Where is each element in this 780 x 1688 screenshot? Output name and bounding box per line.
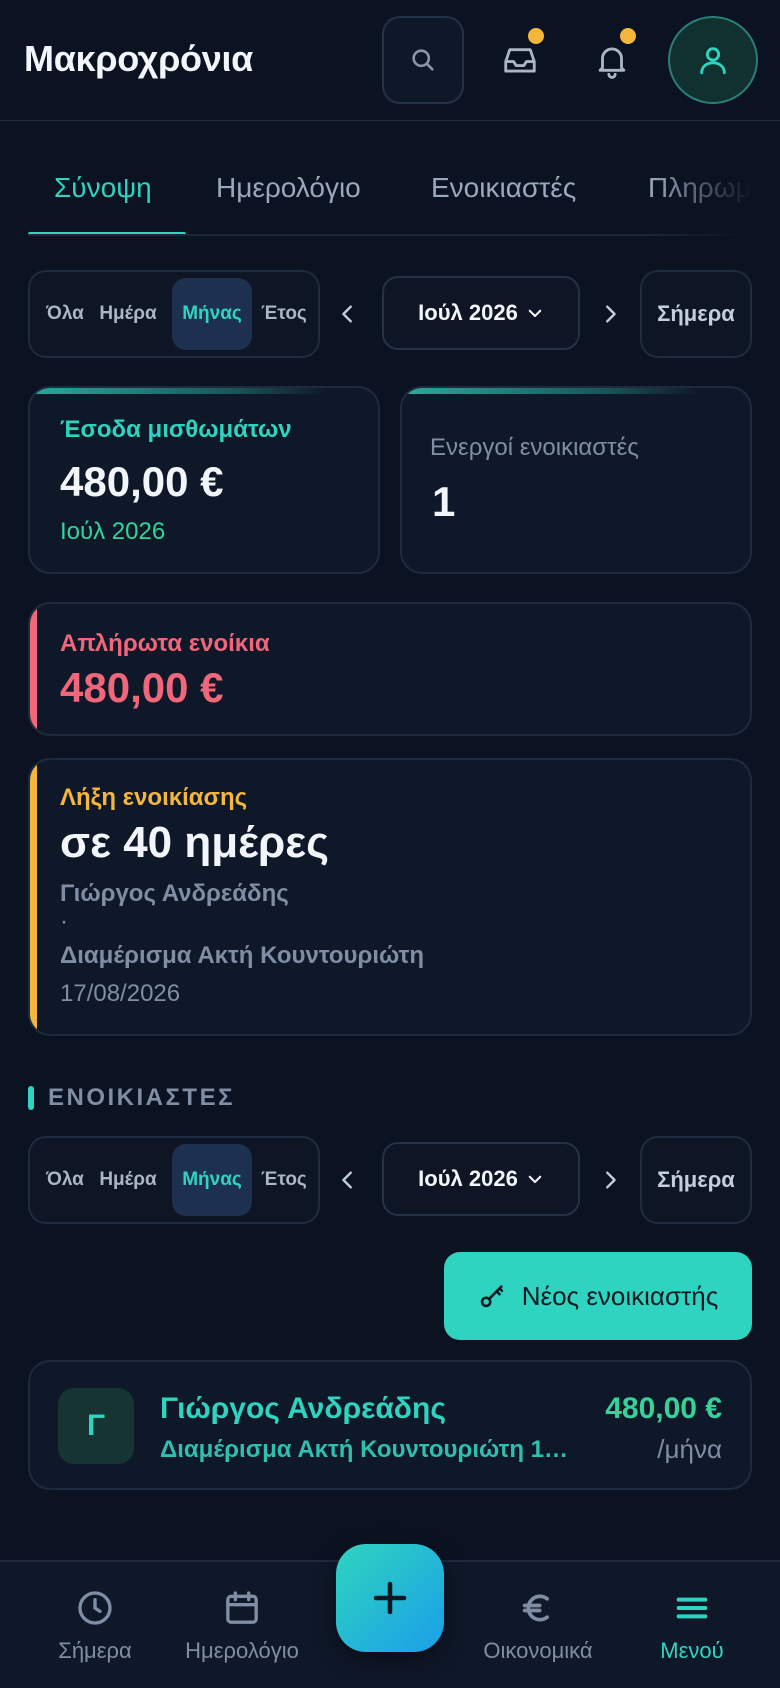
period-label: Ιούλ 2026 — [418, 300, 518, 325]
chevron-right-icon — [606, 1171, 616, 1189]
rent-income-value: 480,00 € — [60, 458, 224, 505]
inbox-notification-dot — [528, 28, 544, 44]
segment-day[interactable]: Ημέρα — [94, 278, 162, 350]
rent-income-period: Ιούλ 2026 — [60, 518, 166, 545]
tenant-name: Γιώργος Ανδρεάδης — [160, 1392, 446, 1425]
euro-icon — [522, 1594, 549, 1622]
nav-today[interactable]: Σήμερα — [30, 1562, 160, 1688]
nav-today-label: Σήμερα — [58, 1638, 132, 1663]
previous-period-button[interactable] — [328, 1154, 368, 1206]
nav-finances-label: Οικονομικά — [483, 1638, 593, 1663]
period-label: Ιούλ 2026 — [418, 1166, 518, 1191]
nav-menu[interactable]: Μενού — [636, 1562, 748, 1688]
warning-accent-bar — [30, 760, 37, 1034]
unpaid-rent-card: Απλήρωτα ενοίκια 480,00 € — [28, 602, 752, 736]
segment-year[interactable]: Έτος — [252, 278, 316, 350]
tenants-section-title: ΕΝΟΙΚΙΑΣΤΕΣ — [28, 1084, 235, 1112]
clock-icon — [78, 1591, 112, 1625]
nav-menu-label: Μενού — [660, 1638, 724, 1663]
nav-calendar-label: Ημερολόγιο — [185, 1638, 299, 1663]
chevron-down-icon — [528, 1175, 542, 1184]
inbox-button[interactable] — [498, 20, 544, 100]
tab-tenants[interactable]: Ενοικιαστές — [431, 172, 576, 204]
chevron-right-icon — [606, 305, 616, 323]
tenant-rent-period: /μήνα — [657, 1434, 722, 1464]
tenant-avatar: Γ — [58, 1388, 134, 1464]
profile-button[interactable] — [668, 16, 758, 104]
period-filter: Όλα Ημέρα Μήνας Έτος Ιούλ 2026 Σήμερα — [28, 270, 752, 358]
segment-all[interactable]: Όλα — [36, 278, 94, 350]
lease-expiry-property: Διαμέρισμα Ακτή Κουντουριώτη — [60, 942, 425, 969]
key-icon — [480, 1285, 503, 1308]
lease-expiry-date: 17/08/2026 — [60, 980, 181, 1007]
chevron-left-icon — [342, 305, 352, 323]
tab-payments[interactable]: Πληρωμές — [648, 172, 752, 204]
today-button[interactable]: Σήμερα — [640, 1136, 752, 1224]
search-button[interactable] — [382, 16, 464, 104]
segment-month[interactable]: Μήνας — [172, 278, 252, 350]
next-period-button[interactable] — [590, 288, 630, 340]
bell-notification-dot — [620, 28, 636, 44]
unpaid-rent-label: Απλήρωτα ενοίκια — [60, 630, 270, 657]
plus-icon — [373, 1581, 407, 1615]
rent-income-label: Έσοδα μισθωμάτων — [60, 416, 292, 443]
calendar-icon — [226, 1591, 258, 1624]
lease-expiry-card[interactable]: Λήξη ενοικίασης σε 40 ημέρες Γιώργος Ανδ… — [28, 758, 752, 1036]
lease-expiry-tenant: Γιώργος Ανδρεάδης — [60, 880, 289, 907]
next-period-button[interactable] — [590, 1154, 630, 1206]
section-accent-bar — [28, 1086, 34, 1110]
app-title: Μακροχρόνια — [24, 38, 253, 79]
notifications-button[interactable] — [590, 20, 636, 100]
nav-finances[interactable]: Οικονομικά — [470, 1562, 606, 1688]
section-tabs: Σύνοψη Ημερολόγιο Ενοικιαστές Πληρωμές — [28, 150, 752, 236]
lease-expiry-value: σε 40 ημέρες — [60, 818, 330, 867]
nav-calendar[interactable]: Ημερολόγιο — [172, 1562, 312, 1688]
previous-period-button[interactable] — [328, 288, 368, 340]
add-fab-button[interactable] — [336, 1544, 444, 1652]
search-icon — [412, 49, 434, 71]
segment-month[interactable]: Μήνας — [172, 1144, 252, 1216]
today-button[interactable]: Σήμερα — [640, 270, 752, 358]
tenants-period-filter: Όλα Ημέρα Μήνας Έτος Ιούλ 2026 Σήμερα — [28, 1136, 752, 1224]
rent-income-card: Έσοδα μισθωμάτων 480,00 € Ιούλ 2026 — [28, 386, 380, 574]
unpaid-rent-value: 480,00 € — [60, 664, 224, 711]
segment-day[interactable]: Ημέρα — [94, 1144, 162, 1216]
tab-overview[interactable]: Σύνοψη — [54, 172, 152, 204]
period-picker[interactable]: Ιούλ 2026 — [382, 1142, 580, 1216]
tenant-rent-amount: 480,00 € — [605, 1392, 722, 1425]
tab-calendar[interactable]: Ημερολόγιο — [216, 172, 361, 204]
inbox-icon — [504, 48, 536, 73]
chevron-left-icon — [342, 1171, 352, 1189]
active-tenants-value: 1 — [432, 478, 456, 525]
card-accent-line — [402, 388, 750, 394]
card-accent-line — [30, 388, 378, 394]
chevron-down-icon — [528, 309, 542, 318]
active-tenants-label: Ενεργοί ενοικιαστές — [430, 434, 639, 461]
segment-year[interactable]: Έτος — [252, 1144, 316, 1216]
bell-icon — [598, 47, 626, 79]
segment-all[interactable]: Όλα — [36, 1144, 94, 1216]
period-picker[interactable]: Ιούλ 2026 — [382, 276, 580, 350]
active-tenants-card: Ενεργοί ενοικιαστές 1 — [400, 386, 752, 574]
lease-expiry-separator: · — [60, 908, 68, 935]
danger-accent-bar — [30, 604, 37, 734]
tenant-list-item[interactable]: Γ Γιώργος Ανδρεάδης Διαμέρισμα Ακτή Κουν… — [28, 1360, 752, 1490]
user-icon — [700, 47, 726, 75]
lease-expiry-label: Λήξη ενοικίασης — [60, 784, 248, 811]
tenant-property: Διαμέρισμα Ακτή Κουντουριώτη 12, Ρόδος — [160, 1436, 570, 1463]
active-tab-indicator — [28, 232, 186, 234]
new-tenant-label: Νέος ενοικιαστής — [521, 1280, 719, 1311]
menu-icon — [676, 1597, 708, 1619]
new-tenant-button[interactable]: Νέος ενοικιαστής — [444, 1252, 752, 1340]
range-segmented-control: Όλα Ημέρα Μήνας Έτος — [28, 1136, 320, 1224]
top-bar: Μακροχρόνια — [0, 0, 780, 121]
section-title-text: ΕΝΟΙΚΙΑΣΤΕΣ — [48, 1084, 235, 1111]
range-segmented-control: Όλα Ημέρα Μήνας Έτος — [28, 270, 320, 358]
